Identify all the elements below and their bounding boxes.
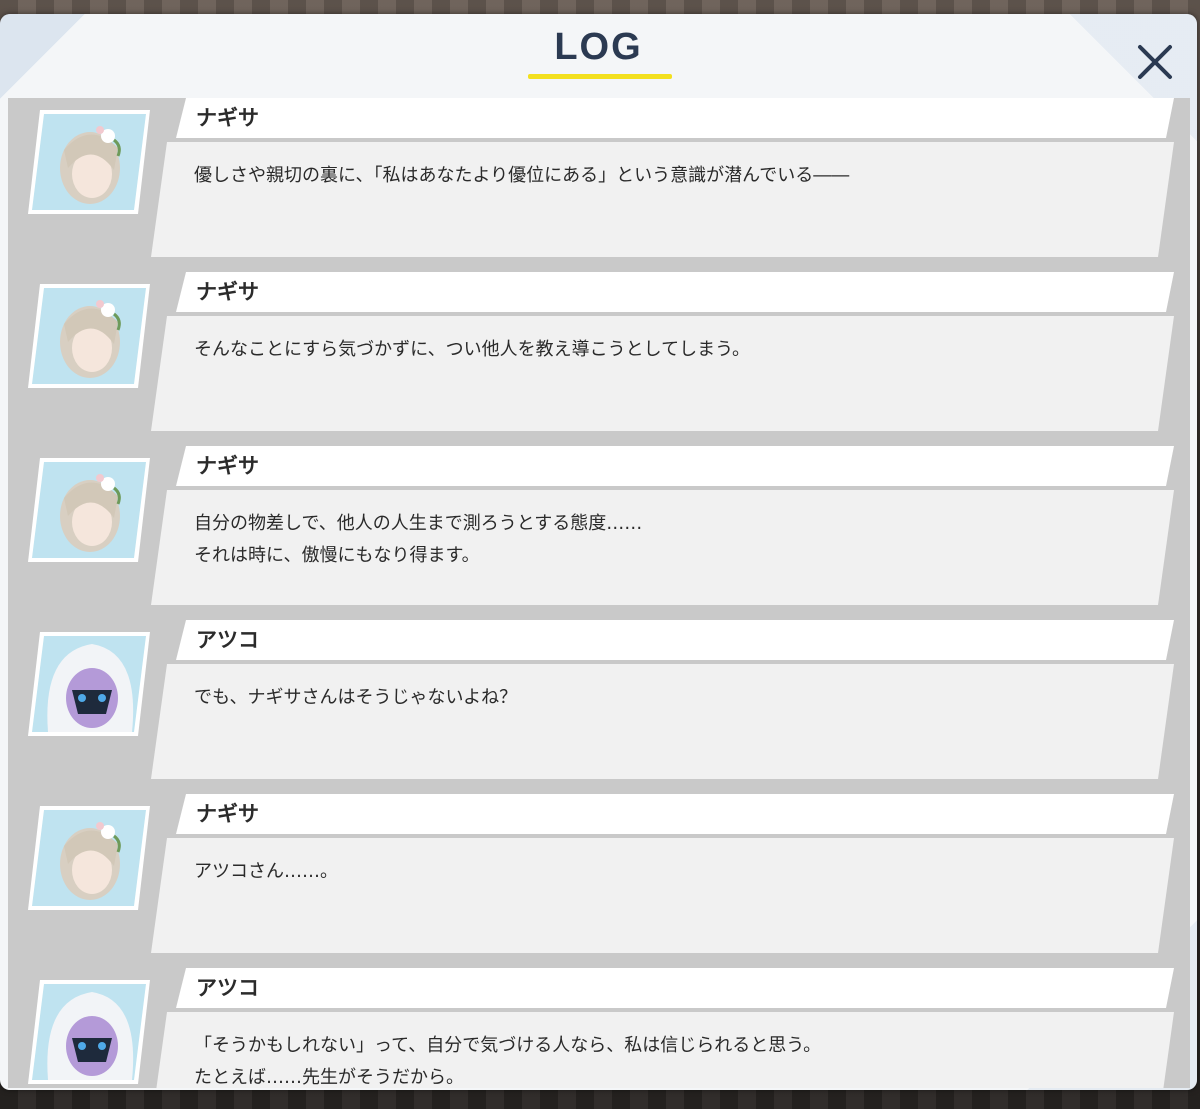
atsuko-avatar: [28, 632, 150, 736]
log-entry: ナギサ 自分の物差しで、他人の人生まで測ろうとする態度…… それは時に、傲慢にも…: [8, 446, 1190, 620]
name-strip: [176, 446, 1174, 486]
speaker-name: アツコ: [196, 628, 259, 652]
log-entry: アツコ でも、ナギサさんはそうじゃないよね？: [8, 620, 1190, 794]
nagisa-avatar: [28, 458, 150, 562]
close-button[interactable]: [1133, 40, 1177, 84]
atsuko-avatar: [28, 980, 150, 1084]
close-icon: [1138, 45, 1172, 79]
page-title: LOG: [554, 26, 643, 68]
speaker-name: ナギサ: [196, 106, 259, 130]
name-strip: [176, 98, 1174, 138]
log-entry: アツコ 「そうかもしれない」って、自分で気づける人なら、私は信じられると思う。 …: [8, 968, 1190, 1088]
message-text: アツコさん……。: [194, 861, 338, 882]
nagisa-avatar: [28, 110, 150, 214]
nagisa-avatar: [28, 284, 150, 388]
speaker-name: ナギサ: [196, 802, 259, 826]
speaker-name: アツコ: [196, 976, 259, 1000]
log-entry: ナギサ 優しさや親切の裏に、「私はあなたより優位にある」という意識が潜んでいる―…: [8, 98, 1190, 272]
name-strip: [176, 968, 1174, 1008]
message-text: 優しさや親切の裏に、「私はあなたより優位にある」という意識が潜んでいる――: [194, 165, 850, 186]
name-strip: [176, 620, 1174, 660]
message-text: 自分の物差しで、他人の人生まで測ろうとする態度…… それは時に、傲慢にもなり得ま…: [194, 513, 643, 566]
name-strip: [176, 794, 1174, 834]
log-panel: LOG ナギサ 優しさや親切の裏に、「私はあなたより優位にある」という意識が潜ん…: [0, 14, 1197, 1090]
name-strip: [176, 272, 1174, 312]
message-text: そんなことにすら気づかずに、つい他人を教え導こうとしてしまう。: [194, 339, 751, 360]
log-entry: ナギサ そんなことにすら気づかずに、つい他人を教え導こうとしてしまう。: [8, 272, 1190, 446]
title-underline: [528, 74, 672, 79]
message-text: でも、ナギサさんはそうじゃないよね？: [194, 687, 518, 708]
message-text: 「そうかもしれない」って、自分で気づける人なら、私は信じられると思う。 たとえば…: [194, 1035, 822, 1088]
nagisa-avatar: [28, 806, 150, 910]
log-entry: ナギサ アツコさん……。: [8, 794, 1190, 968]
speaker-name: ナギサ: [196, 454, 259, 478]
speaker-name: ナギサ: [196, 280, 259, 304]
log-list[interactable]: ナギサ 優しさや親切の裏に、「私はあなたより優位にある」という意識が潜んでいる―…: [8, 98, 1190, 1088]
log-header: LOG: [0, 14, 1197, 82]
